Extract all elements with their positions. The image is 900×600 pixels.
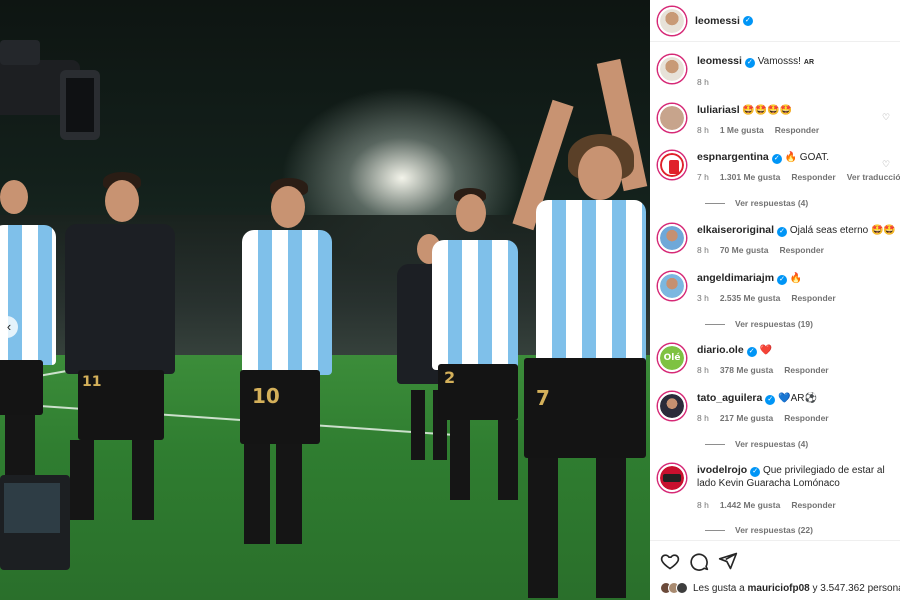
comment-username[interactable]: elkaiseroriginal	[697, 224, 774, 236]
comment-meta: 8 h 1.442 Me gusta Responder	[697, 500, 847, 510]
reply-button[interactable]: Responder	[791, 500, 835, 510]
post-actions: Les gusta a mauriciofp08 y 3.547.362 per…	[650, 540, 900, 600]
commenter-avatar[interactable]	[658, 104, 686, 132]
commenter-avatar[interactable]	[658, 392, 686, 420]
comment-username[interactable]: luliariasl	[697, 104, 740, 116]
comment-username[interactable]: diario.ole	[697, 344, 744, 356]
view-replies-button[interactable]: Ver respuestas (4)	[705, 439, 808, 449]
country-tag: AR	[803, 59, 815, 66]
commenter-avatar[interactable]	[658, 151, 686, 179]
comment-text: 💙AR⚽	[778, 393, 817, 404]
comment-meta: 8 h	[697, 77, 720, 87]
view-replies-button[interactable]: Ver respuestas (4)	[705, 198, 808, 208]
comment-text: ❤️	[759, 345, 772, 356]
comment-icon[interactable]	[689, 551, 709, 571]
verified-icon: ✓	[746, 347, 757, 357]
comment-username[interactable]: angeldimariajm	[697, 272, 774, 284]
reply-button[interactable]: Responder	[791, 172, 835, 182]
view-replies-button[interactable]: Ver respuestas (22)	[705, 525, 813, 535]
comment-time: 8 h	[697, 413, 709, 423]
comment-text: 🔥 GOAT.	[784, 152, 830, 163]
heart-icon[interactable]	[660, 551, 680, 571]
comment-meta: 8 h 70 Me gusta Responder	[697, 245, 835, 255]
liker-avatar	[676, 582, 688, 594]
reply-button[interactable]: Responder	[784, 413, 828, 423]
comment-likes[interactable]: 2.535 Me gusta	[720, 293, 780, 303]
verified-icon: ✓	[777, 275, 788, 285]
commenter-avatar[interactable]: Olé	[658, 344, 686, 372]
comment-meta: 7 h 1.301 Me gusta Responder Ver traducción	[697, 172, 900, 182]
author-avatar[interactable]	[658, 55, 686, 83]
post-header: leomessi ✓	[650, 0, 900, 42]
commenter-avatar[interactable]	[658, 224, 686, 252]
comment-text: 🤩🤩🤩🤩	[742, 105, 793, 116]
verified-icon: ✓	[742, 15, 753, 26]
verified-icon: ✓	[765, 395, 776, 405]
field-monitor	[0, 475, 70, 570]
reply-button[interactable]: Responder	[791, 293, 835, 303]
reply-button[interactable]: Responder	[775, 125, 819, 135]
comment-time: 7 h	[697, 172, 709, 182]
liked-by-user[interactable]: mauriciofp08	[748, 583, 810, 594]
commenter-avatar[interactable]	[658, 464, 686, 492]
comments-panel: leomessi ✓ leomessi ✓ Vamosss! AR 8 h luli…	[650, 0, 900, 600]
tv-camera	[0, 40, 100, 140]
jersey-number: 11	[82, 374, 102, 390]
comment-time: 8 h	[697, 125, 709, 135]
comment-likes[interactable]: 70 Me gusta	[720, 245, 769, 255]
comment-likes[interactable]: 1.442 Me gusta	[720, 500, 780, 510]
post-photo[interactable]: 11 10 2 7 ‹	[0, 0, 650, 600]
comment-like-icon[interactable]: ♡	[882, 159, 892, 169]
comment-time: 8 h	[697, 245, 709, 255]
jersey-number: 2	[444, 368, 456, 387]
comment-username[interactable]: ivodelrojo	[697, 464, 747, 476]
author-username[interactable]: leomessi	[695, 15, 740, 27]
avatar-fill	[660, 106, 684, 130]
comment-list: leomessi ✓ Vamosss! AR 8 h luliariasl 🤩🤩🤩🤩…	[650, 50, 900, 540]
liked-by-suffix[interactable]: y 3.547.362 personas	[813, 583, 900, 594]
comment-likes[interactable]: 1 Me gusta	[720, 125, 764, 135]
comment-time: 3 h	[697, 293, 709, 303]
comment-likes[interactable]: 217 Me gusta	[720, 413, 773, 423]
comment-text: 🔥	[789, 273, 803, 284]
translate-button[interactable]: Ver traducción	[847, 172, 900, 182]
comment-meta: 3 h 2.535 Me gusta Responder	[697, 293, 847, 303]
commenter-avatar[interactable]	[658, 272, 686, 300]
jersey-number: 7	[536, 386, 550, 410]
verified-icon: ✓	[777, 227, 788, 237]
share-icon[interactable]	[718, 551, 738, 571]
caption-text: Vamosss!	[757, 56, 801, 67]
comment-time: 8 h	[697, 500, 709, 510]
comment-likes[interactable]: 378 Me gusta	[720, 365, 773, 375]
reply-button[interactable]: Responder	[784, 365, 828, 375]
jersey-number: 10	[252, 384, 280, 408]
comment-meta: 8 h 378 Me gusta Responder	[697, 365, 840, 375]
verified-icon: ✓	[771, 154, 782, 164]
comment-time: 8 h	[697, 365, 709, 375]
comment-meta: 8 h 1 Me gusta Responder	[697, 125, 830, 135]
comment-username[interactable]: leomessi	[697, 55, 742, 67]
comment-meta: 8 h 217 Me gusta Responder	[697, 413, 840, 423]
comment-likes[interactable]: 1.301 Me gusta	[720, 172, 780, 182]
verified-icon: ✓	[744, 58, 755, 68]
liked-by-prefix: Les gusta a	[693, 582, 745, 594]
comment-text: Ojalá seas eterno 🤩🤩	[789, 225, 896, 236]
likes-summary: Les gusta a mauriciofp08 y 3.547.362 per…	[660, 582, 900, 594]
comment-username[interactable]: espnargentina	[697, 151, 769, 163]
author-avatar[interactable]	[658, 6, 686, 35]
verified-icon: ✓	[750, 467, 761, 477]
comment-like-icon[interactable]: ♡	[882, 112, 892, 122]
view-replies-button[interactable]: Ver respuestas (19)	[705, 319, 813, 329]
comment-time: 8 h	[697, 77, 709, 87]
comment-username[interactable]: tato_aguilera	[697, 392, 762, 404]
reply-button[interactable]: Responder	[779, 245, 823, 255]
